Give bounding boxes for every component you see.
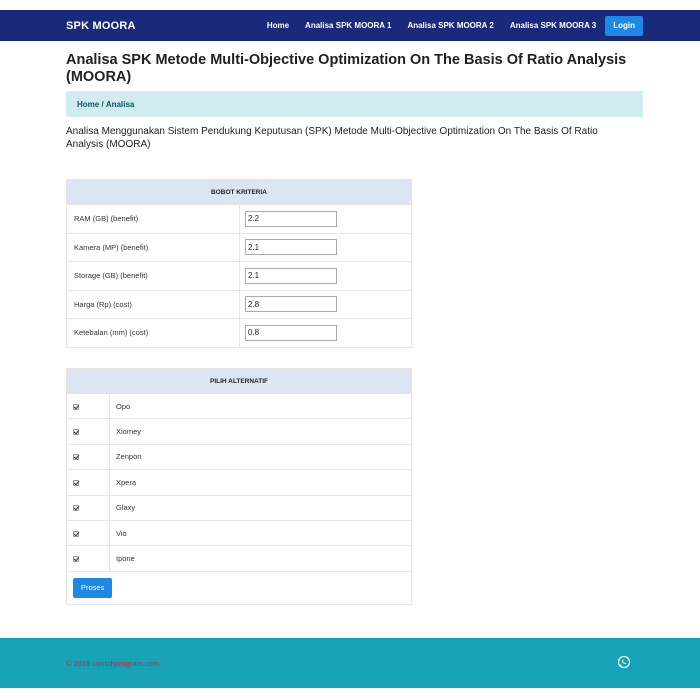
alternatif-name: Xpera xyxy=(109,469,412,496)
kriteria-row: Kamera (MP) (benefit) xyxy=(66,232,412,262)
alternatif-row: Glaxy xyxy=(66,494,412,521)
kriteria-weight-input[interactable] xyxy=(245,239,337,256)
alternatif-row: Xpera xyxy=(66,469,412,496)
page-subtitle: Analisa Menggunakan Sistem Pendukung Kep… xyxy=(66,126,598,150)
alternatif-checkbox[interactable] xyxy=(73,479,79,486)
kriteria-row: Harga (Rp) (cost) xyxy=(66,289,412,319)
alternatif-checkbox[interactable] xyxy=(73,530,79,537)
alternatif-name: Xiomey xyxy=(109,418,412,445)
nav-link-analisa-2[interactable]: Analisa SPK MOORA 2 xyxy=(407,21,493,30)
nav-link-analisa-3[interactable]: Analisa SPK MOORA 3 xyxy=(510,21,596,30)
alternatif-row: Zenpon xyxy=(66,443,412,471)
kriteria-row: Storage (GB) (benefit) xyxy=(66,261,412,291)
brand-logo[interactable]: SPK MOORA xyxy=(66,20,136,32)
alternatif-row: Xiomey xyxy=(66,418,412,445)
footer: © 2018 contohprogram.com xyxy=(0,638,700,688)
footer-copyright[interactable]: © 2018 contohprogram.com xyxy=(66,659,159,668)
alternatif-checkbox[interactable] xyxy=(73,429,79,436)
alternatif-name: Vio xyxy=(109,519,412,547)
alternatif-checkbox[interactable] xyxy=(73,403,79,410)
alternatif-name: Ipone xyxy=(109,545,412,572)
alternatif-name: Glaxy xyxy=(109,494,412,521)
kriteria-weight-input[interactable] xyxy=(245,210,337,227)
bobot-kriteria-table: BOBOT KRITERIA RAM (GB) (benefit)Kamera … xyxy=(66,179,412,348)
kriteria-row: Ketebalan (mm) (cost) xyxy=(66,318,412,348)
alternatif-name: Opo xyxy=(109,392,412,420)
kriteria-row: RAM (GB) (benefit) xyxy=(66,204,412,234)
breadcrumb-home-link[interactable]: Home xyxy=(77,100,99,109)
pilih-alternatif-header: PILIH ALTERNATIF xyxy=(66,368,412,394)
page-title: Analisa SPK Metode Multi-Objective Optim… xyxy=(66,52,627,85)
login-button[interactable]: Login xyxy=(605,15,643,36)
alternatif-row: Ipone xyxy=(66,545,412,572)
alternatif-checkbox[interactable] xyxy=(73,454,79,461)
kriteria-weight-input[interactable] xyxy=(245,267,337,284)
kriteria-label: Kamera (MP) (benefit) xyxy=(66,232,240,262)
breadcrumb-current: Analisa xyxy=(105,99,135,109)
kriteria-label: Storage (GB) (benefit) xyxy=(66,261,240,291)
breadcrumb: Home / Analisa xyxy=(66,91,643,117)
alternatif-row: Opo xyxy=(66,392,412,420)
kriteria-label: RAM (GB) (benefit) xyxy=(66,204,240,234)
alternatif-checkbox[interactable] xyxy=(73,556,79,563)
kriteria-weight-input[interactable] xyxy=(245,296,337,313)
kriteria-label: Ketebalan (mm) (cost) xyxy=(66,318,240,348)
bobot-kriteria-header: BOBOT KRITERIA xyxy=(66,179,412,205)
alternatif-checkbox[interactable] xyxy=(73,505,79,512)
proses-button[interactable]: Proses xyxy=(73,577,113,598)
nav-link-home[interactable]: Home xyxy=(267,21,289,30)
pilih-alternatif-table: PILIH ALTERNATIF Opo Xiomey Zenpon Xpera Gla… xyxy=(66,368,412,605)
whatsapp-icon[interactable] xyxy=(617,655,631,669)
alternatif-name: Zenpon xyxy=(109,443,412,471)
nav-link-analisa-1[interactable]: Analisa SPK MOORA 1 xyxy=(305,21,391,30)
alternatif-row: Vio xyxy=(66,519,412,547)
kriteria-label: Harga (Rp) (cost) xyxy=(66,289,240,319)
kriteria-weight-input[interactable] xyxy=(245,324,337,341)
nav-links: Home Analisa SPK MOORA 1 Analisa SPK MOO… xyxy=(267,15,643,36)
breadcrumb-separator: / xyxy=(99,99,106,109)
top-navbar: SPK MOORA Home Analisa SPK MOORA 1 Anali… xyxy=(0,10,700,41)
